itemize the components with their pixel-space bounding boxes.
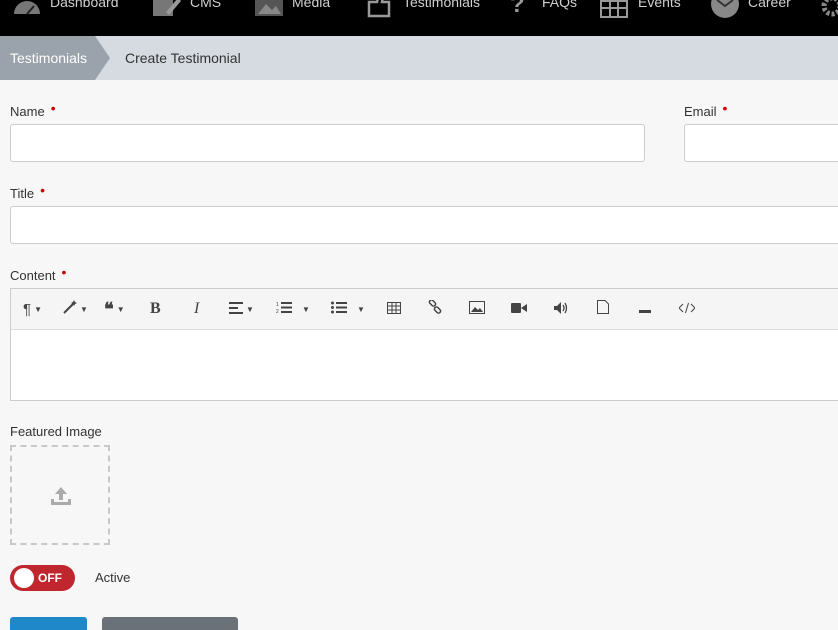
table-button[interactable]	[387, 299, 401, 319]
save-button[interactable]	[10, 617, 87, 630]
video-button[interactable]	[511, 299, 527, 319]
image-icon	[469, 300, 485, 318]
required-indicator: •	[722, 100, 728, 116]
unordered-list-button[interactable]: ▼	[331, 299, 365, 319]
link-icon	[428, 299, 442, 318]
italic-icon: I	[194, 300, 200, 317]
ordered-list-button[interactable]: 12 ▼	[276, 299, 310, 319]
required-indicator: •	[61, 264, 67, 280]
code-view-icon	[678, 301, 696, 318]
svg-text:1: 1	[276, 302, 279, 308]
gear-icon	[818, 0, 838, 18]
required-indicator: •	[50, 100, 56, 116]
breadcrumb: Testimonials Create Testimonial	[0, 36, 838, 80]
nav-item-dashboard[interactable]: Dashboard	[12, 0, 119, 20]
audio-button[interactable]	[554, 299, 568, 319]
required-indicator: •	[40, 182, 45, 198]
title-label: Title •	[10, 182, 45, 201]
align-button[interactable]: ▼	[229, 299, 254, 319]
faq-icon: ?	[508, 0, 528, 18]
table-icon	[387, 301, 401, 318]
link-button[interactable]	[428, 299, 442, 319]
email-input[interactable]	[684, 124, 838, 162]
secondary-button[interactable]	[102, 617, 238, 630]
featured-image-upload[interactable]	[10, 445, 110, 545]
video-icon	[511, 301, 527, 318]
horizontal-rule-icon	[639, 301, 651, 318]
paragraph-style-button[interactable]: ¶ ▼	[23, 299, 42, 319]
toggle-knob	[14, 568, 34, 588]
email-label: Email •	[684, 100, 728, 119]
paragraph-icon: ¶	[23, 300, 32, 318]
unordered-list-icon	[331, 301, 347, 318]
svg-text:2: 2	[276, 309, 279, 314]
magic-icon	[63, 300, 77, 318]
quote-icon: ❝	[104, 298, 114, 319]
nav-item-events[interactable]: Events	[600, 0, 681, 20]
cancel-link[interactable]	[270, 625, 310, 630]
nav-item-cms[interactable]: CMS	[152, 0, 221, 20]
top-navigation: Dashboard CMS Media Testimonials ? FAQs …	[0, 0, 838, 36]
content-label: Content •	[10, 264, 67, 283]
career-icon	[710, 0, 740, 18]
nav-item-faqs[interactable]: ? FAQs	[508, 0, 577, 20]
italic-button[interactable]: I	[194, 299, 199, 319]
title-input[interactable]	[10, 206, 838, 244]
settings-button[interactable]	[818, 0, 838, 20]
editor-toolbar: ¶ ▼ ▼ ❝ ▼ B I ▼ 12 ▼ ▼	[11, 289, 838, 330]
bold-button[interactable]: B	[150, 299, 161, 319]
featured-image-label: Featured Image	[10, 424, 102, 439]
toggle-state: OFF	[38, 571, 62, 585]
active-label: Active	[95, 570, 131, 585]
active-toggle[interactable]: OFF	[10, 565, 75, 591]
nav-item-career[interactable]: Career	[710, 0, 791, 20]
horizontal-rule-button[interactable]	[639, 299, 651, 319]
file-icon	[597, 300, 609, 318]
breadcrumb-current: Create Testimonial	[125, 50, 241, 66]
align-icon	[229, 301, 243, 318]
upload-icon	[50, 485, 72, 510]
svg-text:?: ?	[510, 0, 525, 18]
name-label: Name •	[10, 100, 56, 119]
bold-icon: B	[150, 300, 161, 317]
name-input[interactable]	[10, 124, 645, 162]
file-button[interactable]	[597, 299, 609, 319]
blockquote-button[interactable]: ❝ ▼	[104, 299, 125, 319]
audio-icon	[554, 301, 568, 318]
nav-item-media[interactable]: Media	[254, 0, 330, 20]
nav-item-testimonials[interactable]: Testimonials	[365, 0, 480, 20]
testimonials-icon	[365, 0, 395, 18]
code-view-button[interactable]	[678, 299, 696, 319]
editor-content-area[interactable]	[11, 330, 838, 400]
content-editor: ¶ ▼ ▼ ❝ ▼ B I ▼ 12 ▼ ▼	[10, 288, 838, 401]
image-button[interactable]	[469, 299, 485, 319]
calendar-icon	[600, 0, 630, 18]
breadcrumb-testimonials[interactable]: Testimonials	[0, 36, 110, 80]
ordered-list-icon: 12	[276, 301, 292, 318]
cms-icon	[152, 0, 182, 18]
style-button[interactable]: ▼	[63, 299, 88, 319]
media-icon	[254, 0, 284, 18]
dashboard-icon	[12, 0, 42, 18]
